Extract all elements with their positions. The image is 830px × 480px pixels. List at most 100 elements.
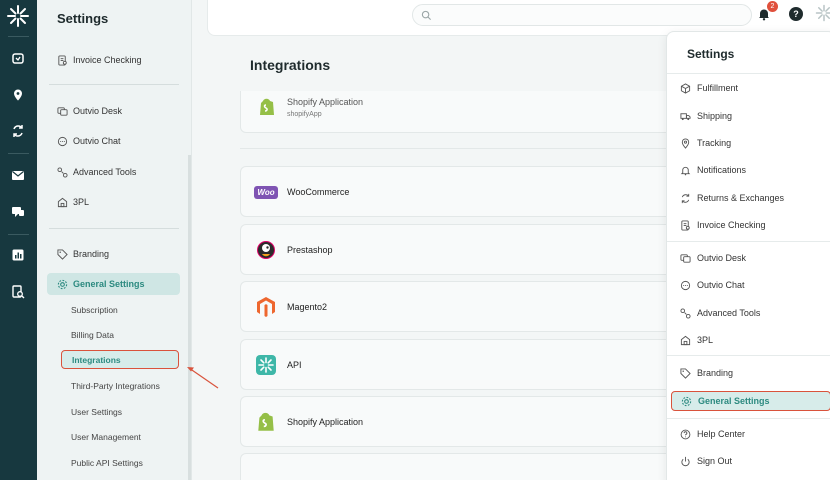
integration-card-partial[interactable]	[240, 453, 680, 480]
mail-icon[interactable]	[9, 166, 27, 184]
page-title: Integrations	[250, 57, 331, 73]
conversations-icon[interactable]	[9, 203, 27, 221]
sidebar-subitem-user-management[interactable]: User Management	[71, 432, 141, 442]
menu-item-label: Outvio Chat	[697, 280, 745, 290]
invoice-icon	[679, 219, 691, 231]
prestashop-logo-icon	[257, 241, 275, 259]
menu-item-fulfillment[interactable]: Fulfillment	[679, 78, 829, 98]
warehouse-icon	[56, 196, 68, 208]
settings-dropdown-menu: Settings Fulfillment Shipping Tracking N…	[666, 31, 830, 480]
sidebar-item-outvio-chat[interactable]: Outvio Chat	[47, 130, 180, 152]
settings-sidebar: Settings Invoice Checking Outvio Desk Ou…	[37, 0, 192, 480]
sidebar-title: Settings	[57, 11, 109, 26]
menu-item-label: Invoice Checking	[697, 220, 766, 230]
menu-item-help-center[interactable]: Help Center	[679, 424, 829, 444]
menu-item-label: General Settings	[698, 396, 770, 406]
section-divider	[240, 148, 680, 149]
menu-item-label: Shipping	[697, 111, 733, 121]
help-button[interactable]: ?	[789, 7, 803, 21]
box-icon	[679, 82, 691, 94]
reports-search-icon[interactable]	[9, 283, 27, 301]
integration-name: Shopify Application	[287, 97, 364, 107]
sidebar-item-3pl[interactable]: 3PL	[47, 191, 180, 213]
truck-icon	[679, 110, 691, 122]
menu-item-outvio-desk[interactable]: Outvio Desk	[679, 248, 829, 268]
menu-item-invoice-checking[interactable]: Invoice Checking	[679, 215, 829, 235]
location-pin-icon	[679, 137, 691, 149]
orders-icon[interactable]	[9, 49, 27, 67]
sidebar-item-advanced-tools[interactable]: Advanced Tools	[47, 161, 180, 183]
tag-icon	[679, 367, 691, 379]
notification-badge: 2	[767, 1, 778, 12]
sidebar-subitem-subscription[interactable]: Subscription	[71, 305, 118, 315]
desk-icon	[56, 105, 68, 117]
menu-item-3pl[interactable]: 3PL	[679, 330, 829, 350]
sidebar-item-label: General Settings	[73, 279, 145, 289]
menu-item-returns-exchanges[interactable]: Returns & Exchanges	[679, 188, 829, 208]
tag-icon	[56, 248, 68, 260]
menu-item-branding[interactable]: Branding	[679, 363, 829, 383]
sidebar-subitem-integrations[interactable]: Integrations	[61, 350, 179, 369]
sidebar-subitem-third-party-integrations[interactable]: Third-Party Integrations	[71, 381, 160, 391]
integration-card-shopify-application[interactable]: Shopify Application	[240, 396, 680, 447]
shopify-logo-icon	[260, 98, 274, 115]
integration-card-woocommerce[interactable]: Woo WooCommerce	[240, 166, 680, 217]
menu-item-label: Notifications	[697, 165, 747, 175]
menu-item-label: Branding	[697, 368, 734, 378]
sidebar-item-branding[interactable]: Branding	[47, 243, 180, 265]
tools-icon	[679, 307, 691, 319]
sidebar-item-label: 3PL	[73, 197, 90, 207]
integration-card-prestashop[interactable]: Prestashop	[240, 224, 680, 275]
menu-item-label: Fulfillment	[697, 83, 739, 93]
refresh-icon	[679, 192, 691, 204]
search-input[interactable]	[412, 4, 752, 26]
integration-subtitle: shopifyApp	[287, 111, 322, 118]
api-logo-icon	[256, 355, 276, 375]
sidebar-item-label: Outvio Chat	[73, 136, 121, 146]
sidebar-item-general-settings[interactable]: General Settings	[47, 273, 180, 295]
avatar[interactable]	[815, 4, 830, 22]
outvio-logo-icon[interactable]	[6, 4, 30, 28]
menu-item-outvio-chat[interactable]: Outvio Chat	[679, 275, 829, 295]
woocommerce-logo-text: Woo	[254, 185, 278, 199]
annotation-arrow-icon	[187, 367, 219, 389]
menu-item-notifications[interactable]: Notifications	[679, 160, 829, 180]
menu-item-label: 3PL	[697, 335, 714, 345]
power-icon	[679, 455, 691, 467]
icon-rail	[0, 0, 37, 480]
menu-item-label: Outvio Desk	[697, 253, 747, 263]
sidebar-item-label: Invoice Checking	[73, 55, 142, 65]
help-circle-icon	[679, 428, 691, 440]
chat-icon	[56, 135, 68, 147]
magento-logo-icon	[257, 297, 275, 317]
integration-card-magento2[interactable]: Magento2	[240, 281, 680, 332]
menu-item-tracking[interactable]: Tracking	[679, 133, 829, 153]
gear-icon	[56, 278, 68, 290]
menu-item-sign-out[interactable]: Sign Out	[679, 451, 829, 471]
integration-name: Prestashop	[287, 245, 333, 255]
integration-card-shopify-app[interactable]: Shopify Application shopifyApp	[240, 91, 680, 133]
returns-icon[interactable]	[9, 122, 27, 140]
desk-icon	[679, 252, 691, 264]
sidebar-scrollbar[interactable]	[188, 155, 191, 480]
sidebar-subitem-public-api-settings[interactable]: Public API Settings	[71, 458, 143, 468]
chat-icon	[679, 279, 691, 291]
bell-outline-icon	[679, 164, 691, 176]
analytics-icon[interactable]	[9, 246, 27, 264]
integration-name: Shopify Application	[287, 417, 364, 427]
sidebar-subitem-billing-data[interactable]: Billing Data	[71, 330, 114, 340]
sidebar-item-label: Branding	[73, 249, 110, 259]
dropdown-title: Settings	[687, 47, 735, 61]
sidebar-item-outvio-desk[interactable]: Outvio Desk	[47, 100, 180, 122]
location-icon[interactable]	[9, 86, 27, 104]
menu-item-general-settings[interactable]: General Settings	[671, 391, 830, 411]
sidebar-item-invoice-checking[interactable]: Invoice Checking	[47, 49, 180, 71]
invoice-icon	[56, 54, 68, 66]
sidebar-item-label: Advanced Tools	[73, 167, 137, 177]
menu-item-advanced-tools[interactable]: Advanced Tools	[679, 303, 829, 323]
integration-name: Magento2	[287, 302, 328, 312]
integration-card-api[interactable]: API	[240, 339, 680, 390]
sidebar-item-label: Outvio Desk	[73, 106, 123, 116]
menu-item-shipping[interactable]: Shipping	[679, 106, 829, 126]
sidebar-subitem-user-settings[interactable]: User Settings	[71, 407, 122, 417]
